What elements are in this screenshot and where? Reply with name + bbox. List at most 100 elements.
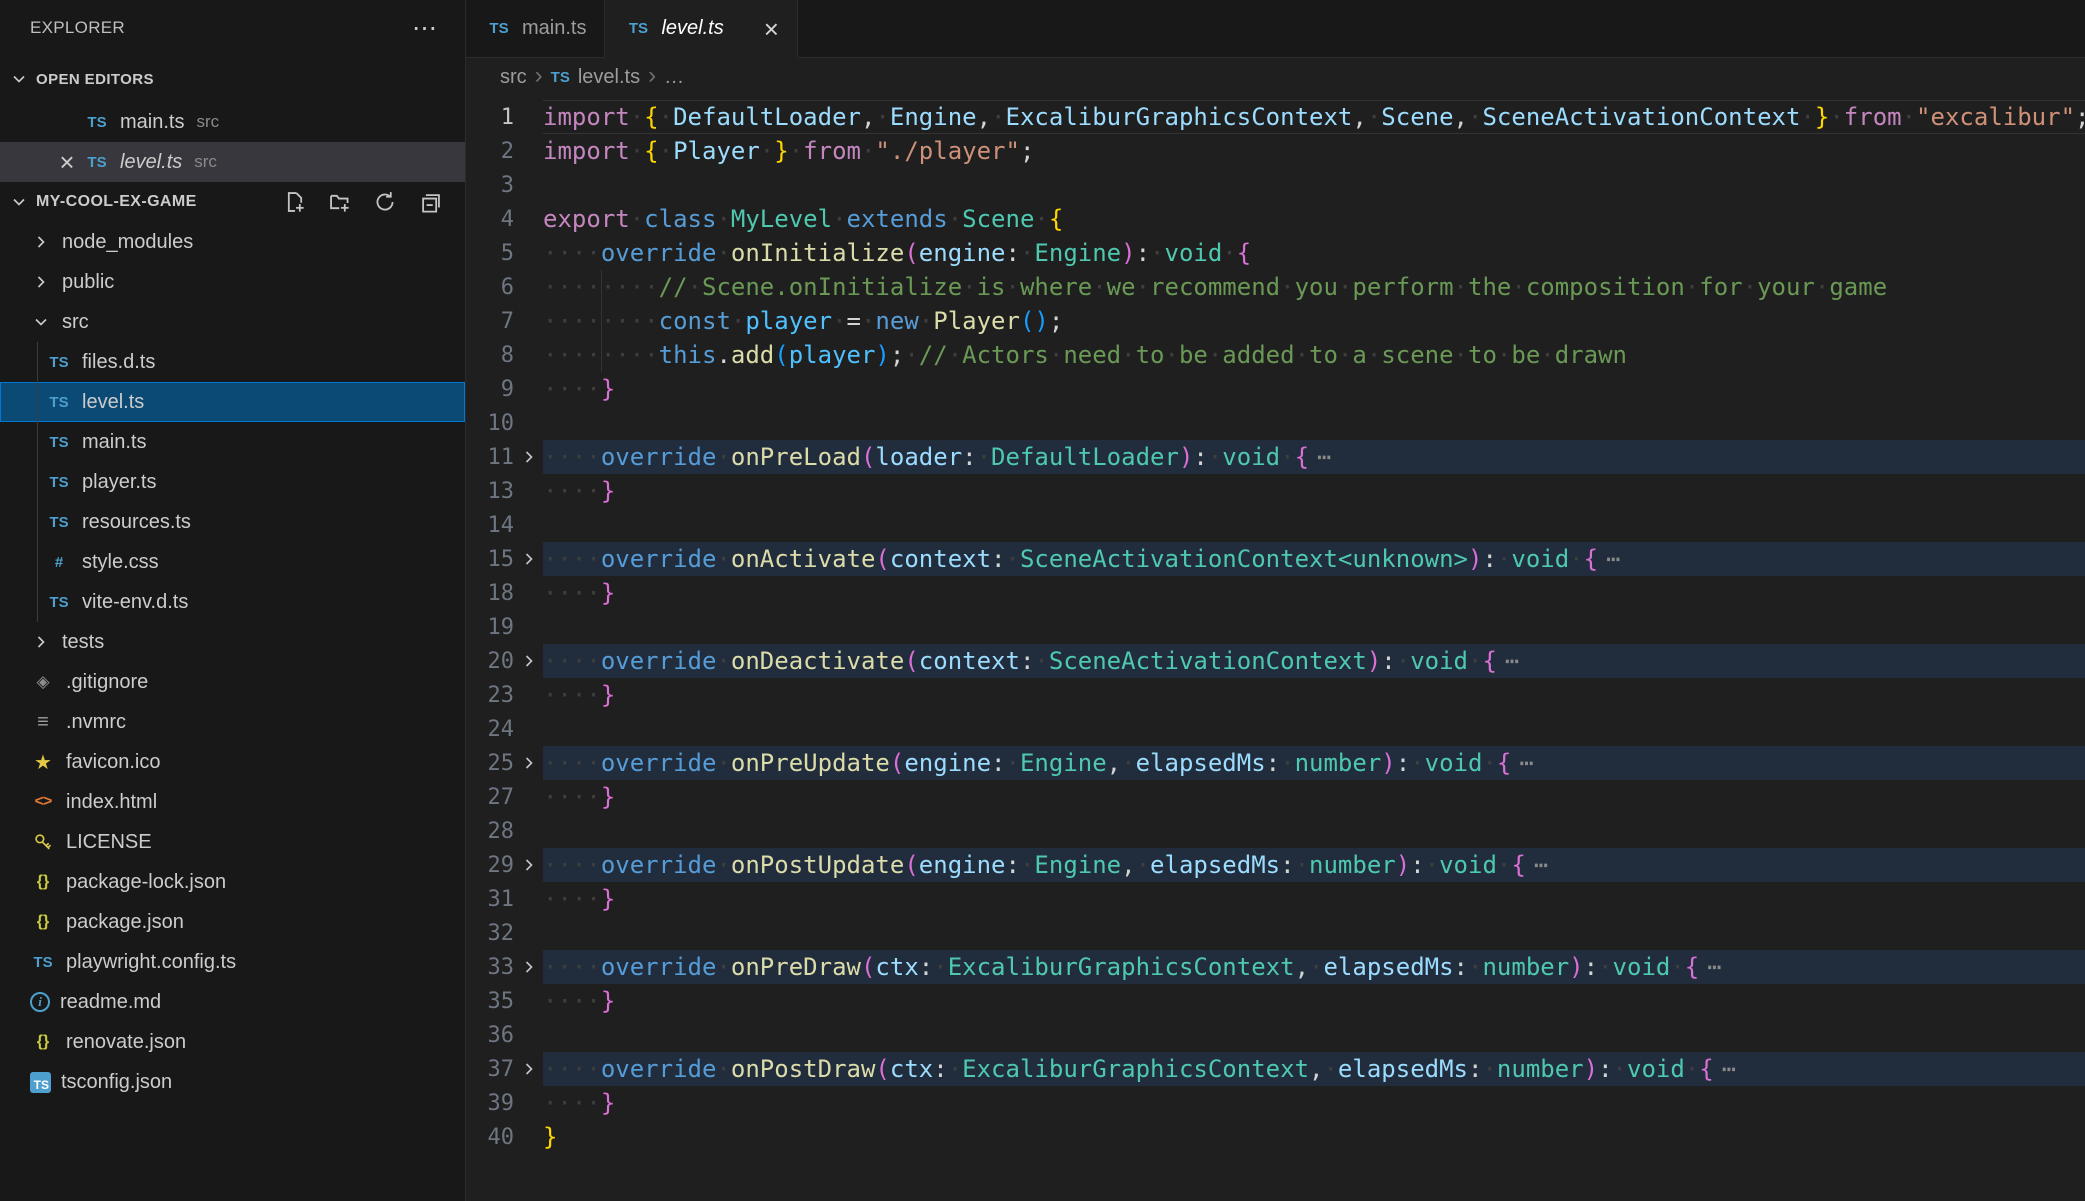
tree-item-node-modules[interactable]: node_modules — [0, 222, 465, 262]
code-line-content[interactable]: ········const·player·=·new·Player(); — [543, 304, 2085, 338]
tree-item-src[interactable]: src — [0, 302, 465, 342]
code-line-content[interactable] — [543, 712, 2085, 746]
tree-item-index-html[interactable]: <>index.html — [0, 782, 465, 822]
code-line-content[interactable]: ····} — [543, 780, 2085, 814]
new-file-icon[interactable] — [284, 191, 306, 213]
code-line[interactable]: 13····} — [466, 474, 2085, 508]
code-line[interactable]: 37····override·onPostDraw(ctx:·Excalibur… — [466, 1052, 2085, 1086]
code-line[interactable]: 36 — [466, 1018, 2085, 1052]
code-line[interactable]: 40} — [466, 1120, 2085, 1154]
fold-chevron-icon[interactable] — [514, 447, 543, 467]
fold-chevron-icon[interactable] — [514, 855, 543, 875]
code-line-content[interactable]: import·{·DefaultLoader,·Engine,·Excalibu… — [543, 100, 2085, 134]
tree-item--gitignore[interactable]: ◈.gitignore — [0, 662, 465, 702]
code-line[interactable]: 31····} — [466, 882, 2085, 916]
tree-item-files-d-ts[interactable]: TSfiles.d.ts — [0, 342, 465, 382]
tree-item-public[interactable]: public — [0, 262, 465, 302]
breadcrumb-item[interactable]: … — [664, 66, 684, 89]
code-line[interactable]: 27····} — [466, 780, 2085, 814]
code-line[interactable]: 23····} — [466, 678, 2085, 712]
fold-chevron-icon[interactable] — [514, 651, 543, 671]
tree-item-package-lock-json[interactable]: {}package-lock.json — [0, 862, 465, 902]
tab-main-ts[interactable]: TSmain.ts — [466, 0, 605, 58]
code-line-content[interactable]: export·class·MyLevel·extends·Scene·{ — [543, 202, 2085, 236]
code-line[interactable]: 3 — [466, 168, 2085, 202]
fold-chevron-icon[interactable] — [514, 957, 543, 977]
code-line[interactable]: 8········this.add(player);·//·Actors·nee… — [466, 338, 2085, 372]
code-line[interactable]: 32 — [466, 916, 2085, 950]
code-line[interactable]: 7········const·player·=·new·Player(); — [466, 304, 2085, 338]
new-folder-icon[interactable] — [329, 191, 351, 213]
code-line-content[interactable]: ····override·onPreUpdate(engine:·Engine,… — [543, 746, 2085, 780]
code-line[interactable]: 6········//·Scene.onInitialize·is·where·… — [466, 270, 2085, 304]
code-line-content[interactable] — [543, 610, 2085, 644]
fold-chevron-icon[interactable] — [514, 549, 543, 569]
refresh-icon[interactable] — [374, 191, 396, 213]
close-icon[interactable]: × — [764, 16, 779, 42]
code-line[interactable]: 39····} — [466, 1086, 2085, 1120]
code-line-content[interactable]: ····} — [543, 984, 2085, 1018]
code-line-content[interactable]: ····} — [543, 576, 2085, 610]
tree-item-license[interactable]: LICENSE — [0, 822, 465, 862]
code-line[interactable]: 20····override·onDeactivate(context:·Sce… — [466, 644, 2085, 678]
code-line[interactable]: 15····override·onActivate(context:·Scene… — [466, 542, 2085, 576]
tree-item--nvmrc[interactable]: ≡.nvmrc — [0, 702, 465, 742]
fold-chevron-icon[interactable] — [514, 1059, 543, 1079]
code-line[interactable]: 33····override·onPreDraw(ctx:·ExcaliburG… — [466, 950, 2085, 984]
collapse-all-icon[interactable] — [419, 191, 441, 213]
code-line-content[interactable] — [543, 916, 2085, 950]
tree-item-renovate-json[interactable]: {}renovate.json — [0, 1022, 465, 1062]
code-line[interactable]: 10 — [466, 406, 2085, 440]
code-line-content[interactable] — [543, 1018, 2085, 1052]
breadcrumb-item[interactable]: TSlevel.ts — [551, 66, 640, 89]
tree-item-level-ts[interactable]: TSlevel.ts — [0, 382, 465, 422]
more-actions-icon[interactable]: ⋯ — [412, 16, 437, 41]
code-editor[interactable]: 1import·{·DefaultLoader,·Engine,·Excalib… — [466, 96, 2085, 1201]
code-line-content[interactable]: } — [543, 1120, 2085, 1154]
code-line[interactable]: 1import·{·DefaultLoader,·Engine,·Excalib… — [466, 100, 2085, 134]
tree-item-player-ts[interactable]: TSplayer.ts — [0, 462, 465, 502]
close-icon[interactable]: × — [59, 149, 74, 175]
code-line[interactable]: 19 — [466, 610, 2085, 644]
code-line-content[interactable]: ····} — [543, 882, 2085, 916]
open-editor-item[interactable]: ×TSlevel.tssrc — [0, 142, 465, 182]
code-line-content[interactable] — [543, 508, 2085, 542]
tree-item-tsconfig-json[interactable]: TStsconfig.json — [0, 1062, 465, 1102]
code-line-content[interactable]: ········//·Scene.onInitialize·is·where·w… — [543, 270, 2085, 304]
code-line-content[interactable]: ········this.add(player);·//·Actors·need… — [543, 338, 2085, 372]
code-line[interactable]: 9····} — [466, 372, 2085, 406]
tree-item-favicon-ico[interactable]: ★favicon.ico — [0, 742, 465, 782]
code-line-content[interactable]: ····override·onPostUpdate(engine:·Engine… — [543, 848, 2085, 882]
code-line-content[interactable] — [543, 406, 2085, 440]
open-editor-item[interactable]: TSmain.tssrc — [0, 102, 465, 142]
code-line-content[interactable] — [543, 168, 2085, 202]
code-line-content[interactable]: ····} — [543, 1086, 2085, 1120]
breadcrumb-item[interactable]: src — [500, 66, 527, 89]
code-line[interactable]: 29····override·onPostUpdate(engine:·Engi… — [466, 848, 2085, 882]
project-header[interactable]: MY-COOL-EX-GAME — [0, 182, 465, 222]
tree-item-playwright-config-ts[interactable]: TSplaywright.config.ts — [0, 942, 465, 982]
code-line[interactable]: 2import·{·Player·}·from·"./player"; — [466, 134, 2085, 168]
fold-chevron-icon[interactable] — [514, 753, 543, 773]
tree-item-package-json[interactable]: {}package.json — [0, 902, 465, 942]
code-line[interactable]: 28 — [466, 814, 2085, 848]
tree-item-vite-env-d-ts[interactable]: TSvite-env.d.ts — [0, 582, 465, 622]
code-line[interactable]: 4export·class·MyLevel·extends·Scene·{ — [466, 202, 2085, 236]
code-line[interactable]: 24 — [466, 712, 2085, 746]
code-line[interactable]: 18····} — [466, 576, 2085, 610]
code-line-content[interactable]: import·{·Player·}·from·"./player"; — [543, 134, 2085, 168]
code-line[interactable]: 25····override·onPreUpdate(engine:·Engin… — [466, 746, 2085, 780]
tree-item-main-ts[interactable]: TSmain.ts — [0, 422, 465, 462]
code-line[interactable]: 14 — [466, 508, 2085, 542]
code-line[interactable]: 35····} — [466, 984, 2085, 1018]
code-line-content[interactable]: ····override·onActivate(context:·SceneAc… — [543, 542, 2085, 576]
tree-item-resources-ts[interactable]: TSresources.ts — [0, 502, 465, 542]
tree-item-readme-md[interactable]: ireadme.md — [0, 982, 465, 1022]
code-line-content[interactable]: ····override·onPreDraw(ctx:·ExcaliburGra… — [543, 950, 2085, 984]
code-line[interactable]: 5····override·onInitialize(engine:·Engin… — [466, 236, 2085, 270]
code-line-content[interactable]: ····override·onPostDraw(ctx:·ExcaliburGr… — [543, 1052, 2085, 1086]
code-line-content[interactable]: ····} — [543, 372, 2085, 406]
code-line[interactable]: 11····override·onPreLoad(loader:·Default… — [466, 440, 2085, 474]
code-line-content[interactable] — [543, 814, 2085, 848]
code-line-content[interactable]: ····override·onPreLoad(loader:·DefaultLo… — [543, 440, 2085, 474]
